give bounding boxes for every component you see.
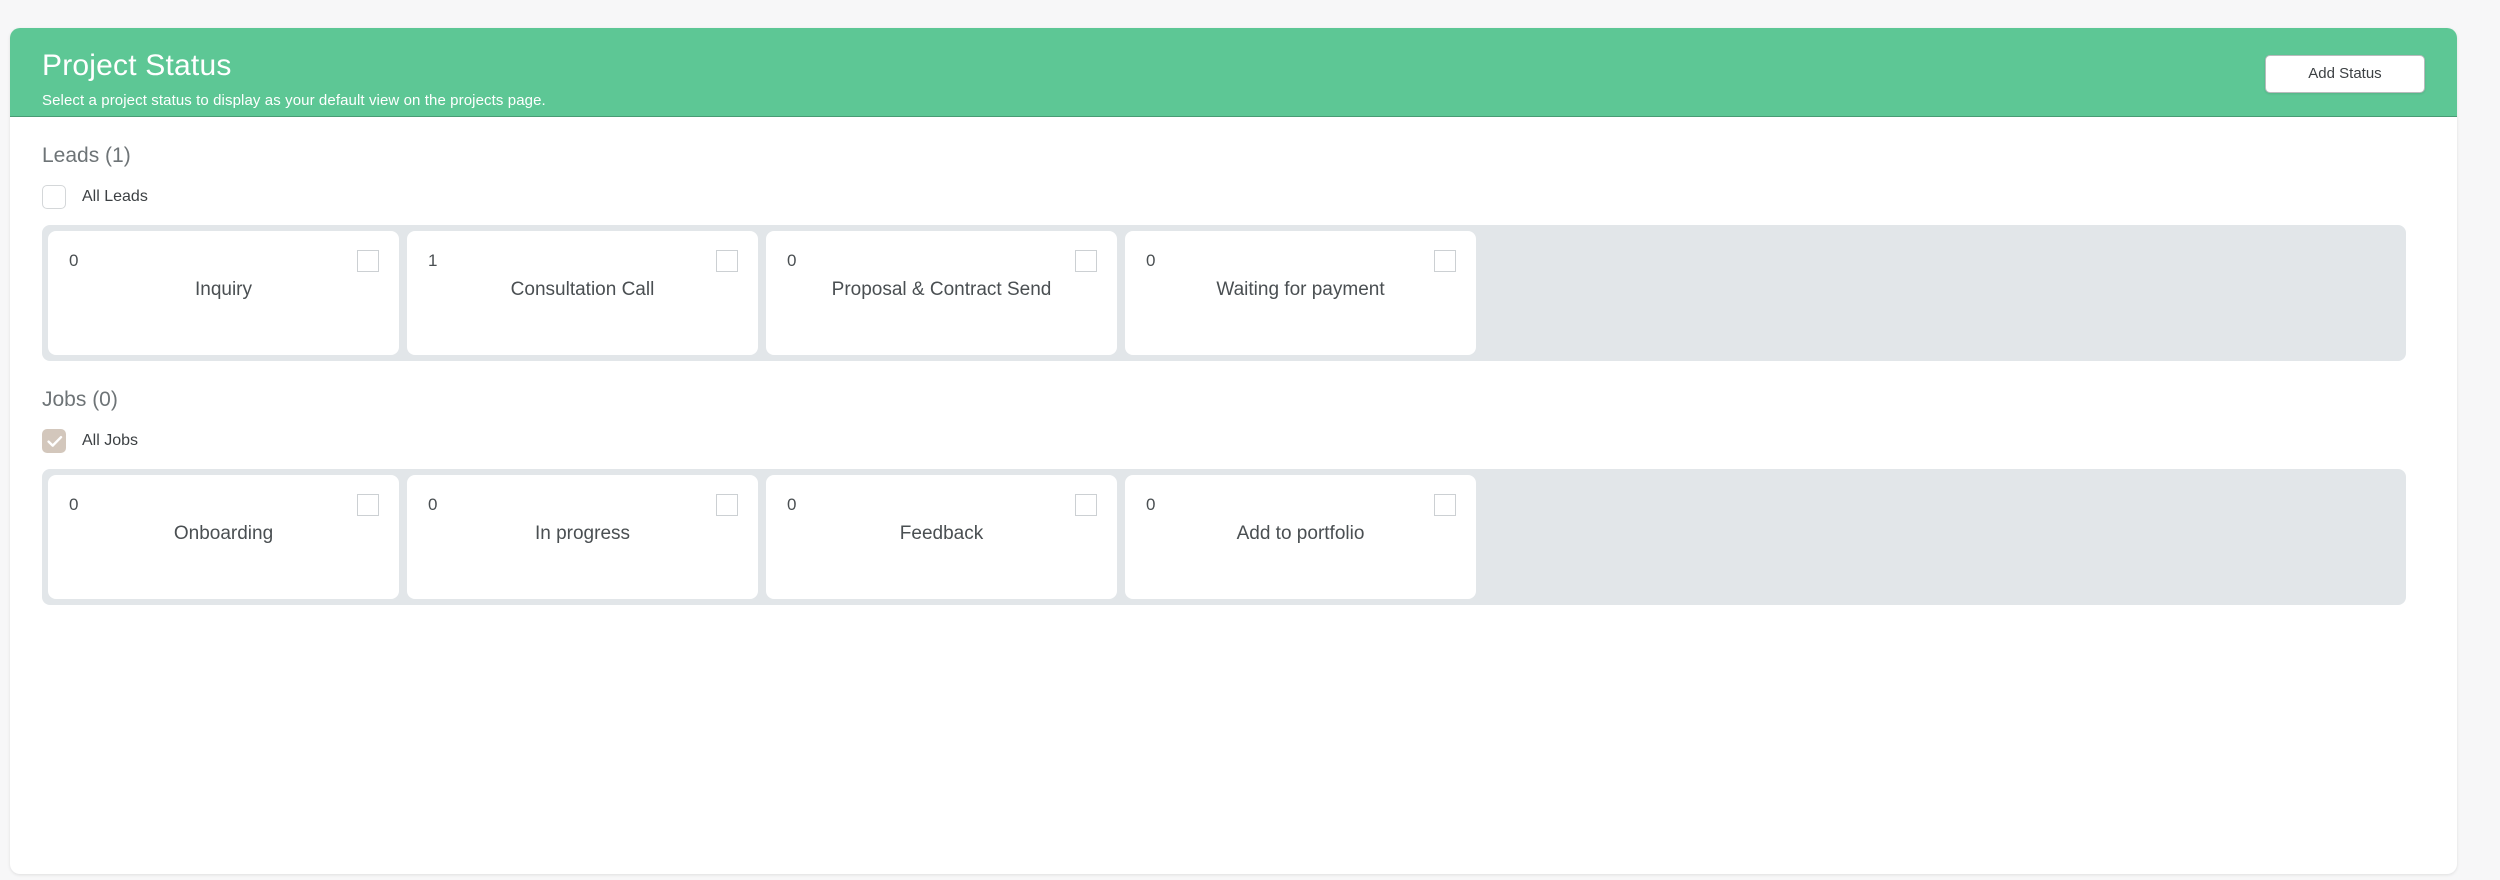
status-card[interactable]: 0 Add to portfolio	[1125, 475, 1476, 599]
status-card[interactable]: 0 Waiting for payment	[1125, 231, 1476, 355]
status-card[interactable]: 0 Feedback	[766, 475, 1117, 599]
content-panel: Project Status Select a project status t…	[10, 28, 2457, 874]
card-checkbox[interactable]	[357, 250, 379, 272]
card-checkbox[interactable]	[1075, 494, 1097, 516]
check-icon	[47, 436, 63, 447]
card-count: 1	[428, 251, 438, 270]
card-label: Waiting for payment	[1216, 279, 1385, 300]
select-all-leads-row[interactable]: All Leads	[42, 185, 192, 209]
status-card[interactable]: 0 Inquiry	[48, 231, 399, 355]
sections-container: Leads (1) All Leads 0 Inquiry 1 Consulta…	[10, 117, 2457, 605]
status-card[interactable]: 0 Onboarding	[48, 475, 399, 599]
page-header: Project Status Select a project status t…	[10, 28, 2457, 117]
card-label: Feedback	[899, 523, 984, 544]
card-label: In progress	[534, 523, 631, 544]
card-label: Consultation Call	[510, 279, 655, 300]
card-label: Onboarding	[173, 523, 274, 544]
card-label: Add to portfolio	[1236, 523, 1365, 544]
select-all-leads-checkbox[interactable]	[42, 185, 66, 209]
card-checkbox[interactable]	[1434, 250, 1456, 272]
section-jobs: Jobs (0) All Jobs 0 Onboarding 0 In prog…	[10, 361, 2457, 605]
card-checkbox[interactable]	[357, 494, 379, 516]
card-count: 0	[1146, 495, 1156, 514]
leads-cards-strip: 0 Inquiry 1 Consultation Call 0 Proposal…	[42, 225, 2406, 361]
jobs-cards-strip: 0 Onboarding 0 In progress 0 Feedback 0 …	[42, 469, 2406, 605]
card-count: 0	[69, 251, 79, 270]
card-count: 0	[1146, 251, 1156, 270]
section-title-jobs: Jobs (0)	[42, 388, 118, 411]
card-count: 0	[787, 495, 797, 514]
select-all-jobs-checkbox[interactable]	[42, 429, 66, 453]
status-card[interactable]: 0 In progress	[407, 475, 758, 599]
card-label: Proposal & Contract Send	[831, 279, 1052, 300]
section-leads: Leads (1) All Leads 0 Inquiry 1 Consulta…	[10, 117, 2457, 361]
page-title: Project Status	[42, 49, 232, 82]
card-checkbox[interactable]	[716, 250, 738, 272]
status-card[interactable]: 0 Proposal & Contract Send	[766, 231, 1117, 355]
select-all-jobs-row[interactable]: All Jobs	[42, 429, 192, 453]
card-count: 0	[69, 495, 79, 514]
page-subtitle: Select a project status to display as yo…	[42, 92, 546, 109]
section-title-leads: Leads (1)	[42, 144, 131, 167]
select-all-leads-label: All Leads	[82, 188, 148, 205]
project-status-page: Project Status Select a project status t…	[0, 0, 2500, 880]
card-checkbox[interactable]	[1434, 494, 1456, 516]
select-all-jobs-label: All Jobs	[82, 432, 139, 449]
card-checkbox[interactable]	[716, 494, 738, 516]
card-count: 0	[428, 495, 438, 514]
card-count: 0	[787, 251, 797, 270]
card-label: Inquiry	[194, 279, 253, 300]
card-checkbox[interactable]	[1075, 250, 1097, 272]
add-status-button[interactable]: Add Status	[2265, 55, 2425, 93]
status-card[interactable]: 1 Consultation Call	[407, 231, 758, 355]
